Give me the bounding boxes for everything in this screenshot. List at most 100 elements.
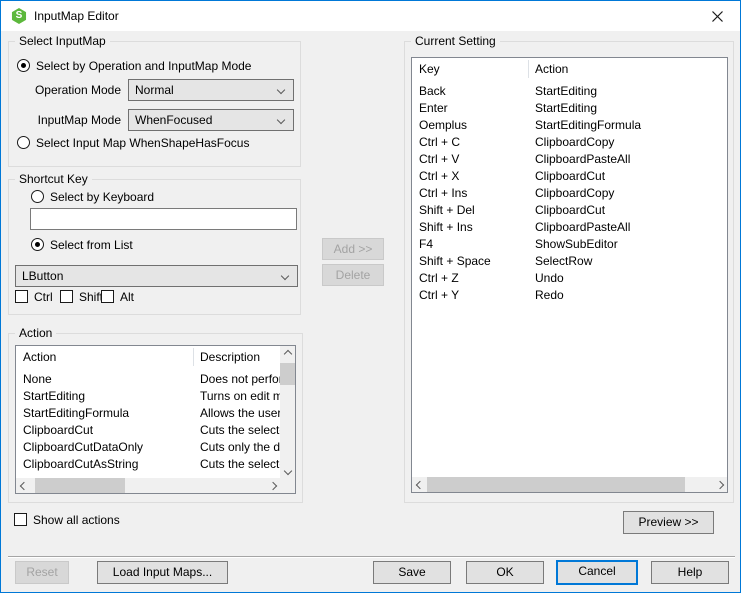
- chevron-down-icon: [280, 271, 290, 281]
- current-setting-group-title: Current Setting: [411, 34, 500, 48]
- action-cell: ClipboardCut: [535, 202, 606, 217]
- action-cell: ShowSubEditor: [535, 236, 618, 251]
- scroll-down-icon: [283, 466, 292, 475]
- current-setting-row[interactable]: F4 ShowSubEditor: [412, 235, 727, 252]
- ctrl-checkbox-label: Ctrl: [34, 290, 53, 304]
- current-setting-row[interactable]: Shift + Del ClipboardCut: [412, 201, 727, 218]
- alt-checkbox[interactable]: [101, 290, 114, 303]
- current-setting-row[interactable]: Back StartEditing: [412, 82, 727, 99]
- shift-checkbox[interactable]: [60, 290, 73, 303]
- column-divider[interactable]: [193, 348, 194, 366]
- current-setting-row[interactable]: Ctrl + Z Undo: [412, 269, 727, 286]
- add-button[interactable]: Add >>: [322, 238, 384, 260]
- current-setting-row[interactable]: Shift + Space SelectRow: [412, 252, 727, 269]
- shortcut-key-group-title: Shortcut Key: [15, 172, 92, 186]
- current-setting-listview: Key Action Back StartEditing Enter Start…: [411, 57, 728, 493]
- current-setting-row[interactable]: Shift + Ins ClipboardPasteAll: [412, 218, 727, 235]
- scroll-left-button[interactable]: [16, 478, 31, 493]
- action-cell: SelectRow: [535, 253, 593, 268]
- action-cell: ClipboardPasteAll: [535, 151, 631, 166]
- scroll-right-button[interactable]: [712, 477, 727, 492]
- keyboard-shortcut-input[interactable]: [30, 208, 297, 230]
- action-list-row[interactable]: StartEditingFormula Allows the user to: [16, 404, 280, 421]
- description-cell: Cuts the selected: [200, 422, 280, 437]
- current-setting-row[interactable]: Enter StartEditing: [412, 99, 727, 116]
- action-column-header[interactable]: Action: [528, 62, 568, 76]
- ctrl-checkbox[interactable]: [15, 290, 28, 303]
- horizontal-scrollbar[interactable]: [412, 477, 727, 492]
- description-column-header[interactable]: Description: [193, 350, 260, 364]
- current-setting-row[interactable]: Oemplus StartEditingFormula: [412, 116, 727, 133]
- action-list-row[interactable]: None Does not perform: [16, 370, 280, 387]
- action-cell: Redo: [535, 287, 564, 302]
- action-list-row[interactable]: StartEditing Turns on edit mod: [16, 387, 280, 404]
- key-cell: Enter: [419, 100, 448, 115]
- key-column-header[interactable]: Key: [412, 62, 528, 76]
- vertical-scrollbar[interactable]: [280, 346, 295, 478]
- inputmap-mode-label: InputMap Mode: [37, 113, 121, 127]
- scrollbar-corner: [280, 478, 295, 493]
- current-setting-row[interactable]: Ctrl + Y Redo: [412, 286, 727, 303]
- scroll-right-icon: [715, 480, 724, 489]
- action-column-header[interactable]: Action: [16, 350, 193, 364]
- bottom-separator: [8, 556, 735, 558]
- app-icon: S: [11, 8, 27, 24]
- radio-select-by-keyboard[interactable]: [31, 190, 44, 203]
- radio-select-from-list[interactable]: [31, 238, 44, 251]
- radio-select-inputmap-whenshapehasfocus-label: Select Input Map WhenShapeHasFocus: [36, 136, 250, 150]
- current-setting-row[interactable]: Ctrl + C ClipboardCopy: [412, 133, 727, 150]
- current-setting-row[interactable]: Ctrl + X ClipboardCut: [412, 167, 727, 184]
- chevron-down-icon: [276, 85, 286, 95]
- key-cell: Ctrl + V: [419, 151, 460, 166]
- radio-select-by-operation[interactable]: [17, 59, 30, 72]
- radio-select-by-keyboard-label: Select by Keyboard: [50, 190, 155, 204]
- inputmap-mode-value: WhenFocused: [135, 113, 213, 127]
- action-list-row[interactable]: ClipboardCut Cuts the selected: [16, 421, 280, 438]
- key-list-select[interactable]: LButton: [15, 265, 298, 287]
- show-all-actions-checkbox[interactable]: [14, 513, 27, 526]
- column-divider[interactable]: [528, 60, 529, 78]
- action-list-row[interactable]: ClipboardCutDataOnly Cuts only the data: [16, 438, 280, 455]
- ok-button[interactable]: OK: [466, 561, 544, 584]
- radio-select-by-operation-label: Select by Operation and InputMap Mode: [36, 59, 252, 73]
- save-button[interactable]: Save: [373, 561, 451, 584]
- current-setting-row[interactable]: Ctrl + Ins ClipboardCopy: [412, 184, 727, 201]
- action-cell: ClipboardCopy: [535, 134, 615, 149]
- operation-mode-select[interactable]: Normal: [128, 79, 294, 101]
- load-input-maps-button[interactable]: Load Input Maps...: [97, 561, 228, 584]
- action-cell: ClipboardCut: [535, 168, 606, 183]
- horizontal-scroll-thumb[interactable]: [427, 477, 685, 492]
- close-button[interactable]: [695, 1, 740, 31]
- key-list-value: LButton: [22, 269, 64, 283]
- inputmap-mode-select[interactable]: WhenFocused: [128, 109, 294, 131]
- horizontal-scrollbar[interactable]: [16, 478, 280, 493]
- key-cell: Ctrl + X: [419, 168, 460, 183]
- scroll-right-button[interactable]: [265, 478, 280, 493]
- help-button[interactable]: Help: [651, 561, 729, 584]
- action-cell: ClipboardPasteAll: [535, 219, 631, 234]
- description-cell: Allows the user to: [200, 405, 280, 420]
- action-cell: ClipboardCutDataOnly: [23, 439, 144, 454]
- description-cell: Cuts the selected: [200, 456, 280, 471]
- scroll-up-button[interactable]: [280, 346, 295, 361]
- scroll-left-button[interactable]: [412, 477, 427, 492]
- title-bar: S InputMap Editor: [1, 1, 740, 31]
- key-cell: Ctrl + Z: [419, 270, 459, 285]
- action-listview: Action Description None Does not perform…: [15, 345, 296, 494]
- current-setting-row[interactable]: Ctrl + V ClipboardPasteAll: [412, 150, 727, 167]
- cancel-button[interactable]: Cancel: [556, 560, 638, 585]
- horizontal-scroll-thumb[interactable]: [35, 478, 125, 493]
- reset-button[interactable]: Reset: [15, 561, 69, 584]
- radio-select-inputmap-whenshapehasfocus[interactable]: [17, 136, 30, 149]
- key-cell: Ctrl + Y: [419, 287, 460, 302]
- preview-button[interactable]: Preview >>: [623, 511, 714, 534]
- shift-checkbox-label: Shift: [79, 290, 104, 304]
- action-cell: StartEditing: [23, 388, 86, 403]
- delete-button[interactable]: Delete: [322, 264, 384, 286]
- scroll-up-icon: [283, 349, 292, 358]
- scroll-down-button[interactable]: [280, 463, 295, 478]
- action-cell: StartEditing: [535, 100, 598, 115]
- action-group-title: Action: [15, 326, 57, 340]
- vertical-scroll-thumb[interactable]: [280, 363, 295, 385]
- action-list-row[interactable]: ClipboardCutAsString Cuts the selected: [16, 455, 280, 472]
